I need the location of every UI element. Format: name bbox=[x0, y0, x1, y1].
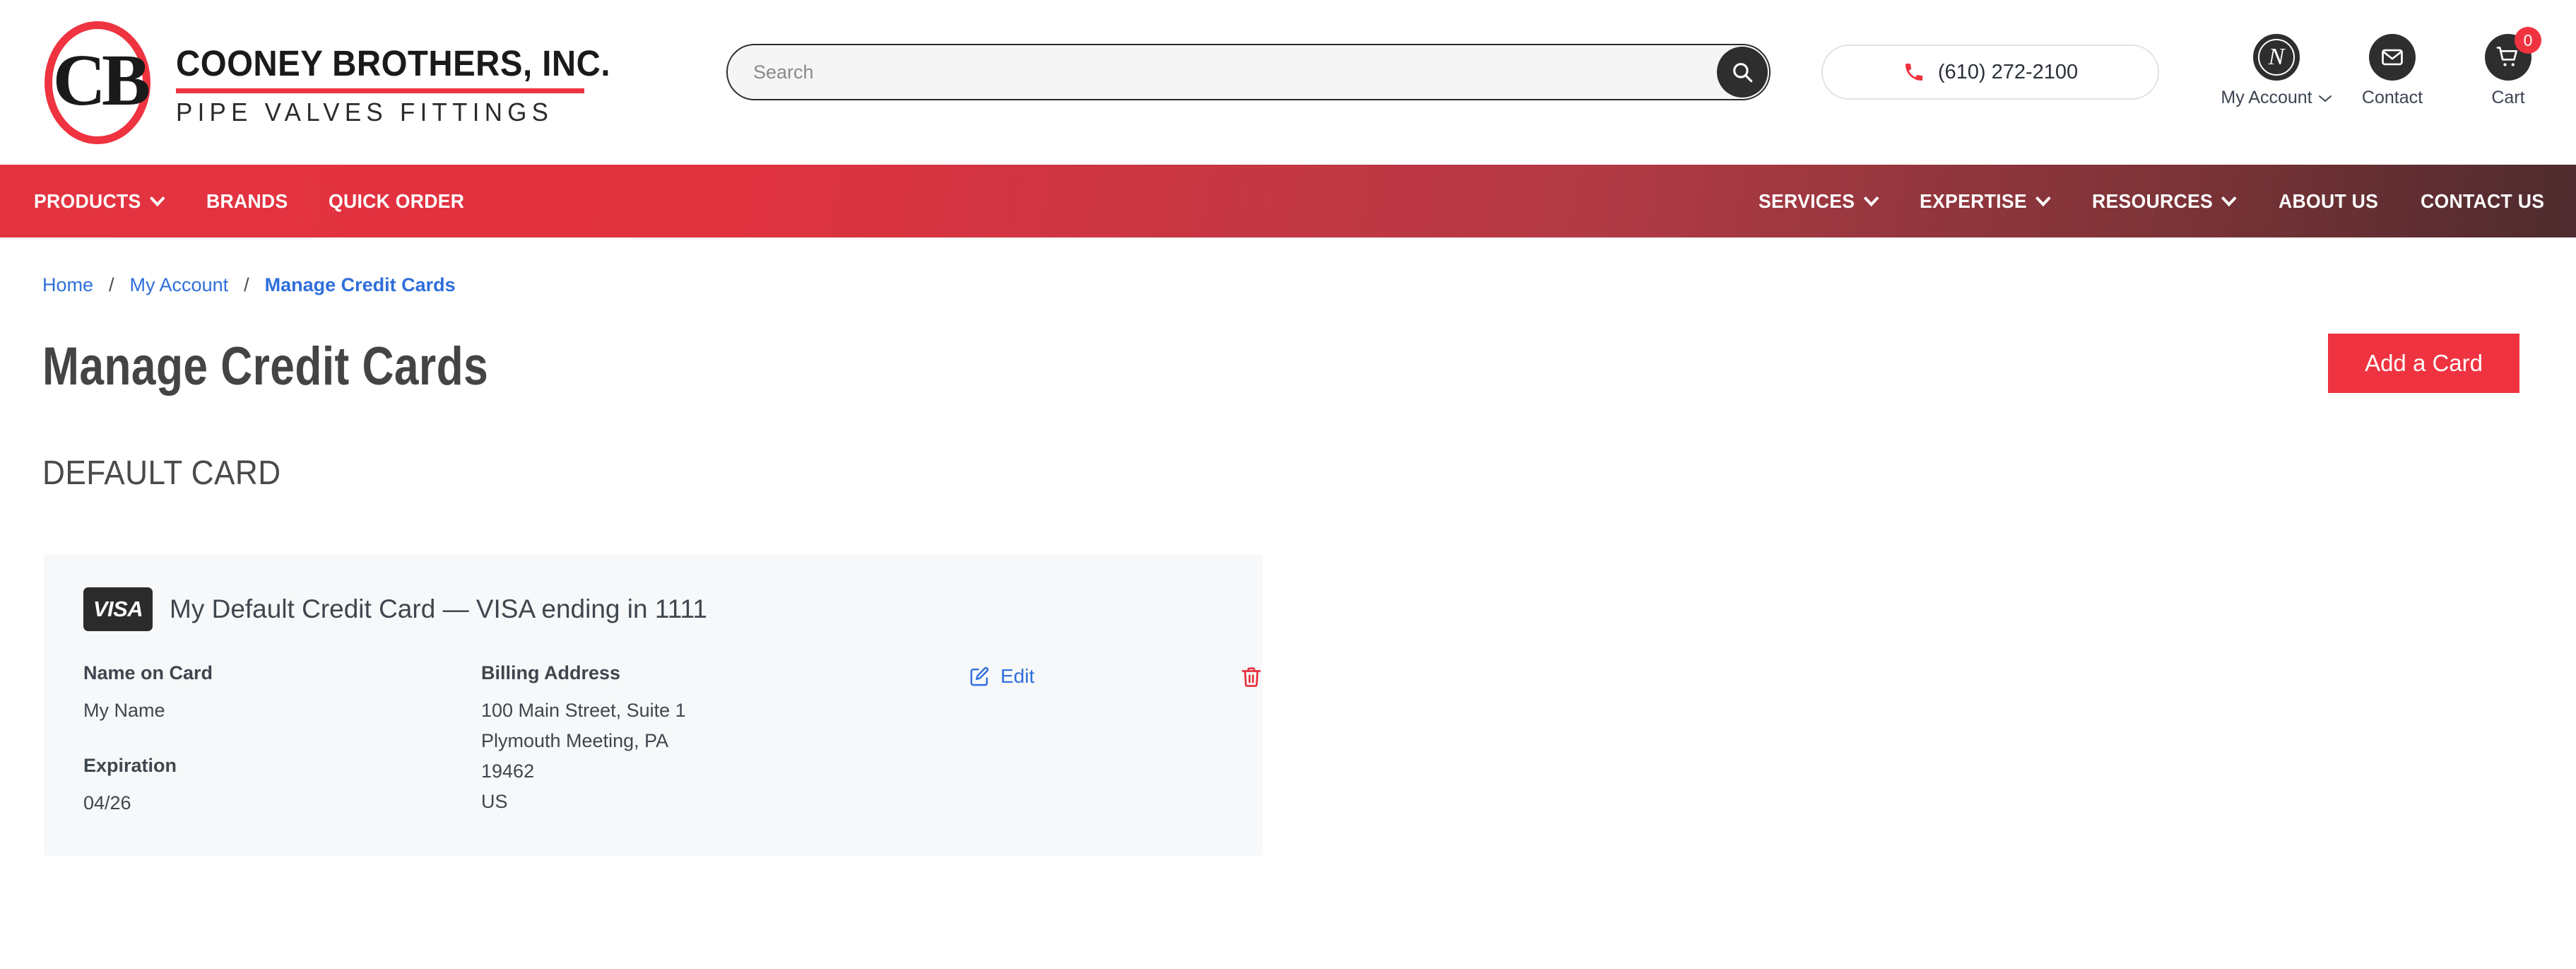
phone-icon bbox=[1905, 64, 1922, 81]
logo-wordmark: COONEY BROTHERS, INC. PIPE VALVES FITTIN… bbox=[176, 38, 643, 127]
nav-label-about-us: ABOUT US bbox=[2278, 189, 2379, 212]
billing-address-column: Billing Address 100 Main Street, Suite 1… bbox=[481, 662, 969, 816]
breadcrumb-separator: / bbox=[244, 274, 249, 295]
chevron-down-icon bbox=[2035, 189, 2051, 206]
my-account-button[interactable]: N My Account bbox=[2221, 34, 2332, 108]
nav-right-group: SERVICES EXPERTISE RESOURCES ABOUT US CO… bbox=[1722, 190, 2551, 213]
search-icon bbox=[1733, 63, 1753, 83]
search-button[interactable] bbox=[1717, 47, 1768, 98]
card-name-column: Name on Card My Name Expiration 04/26 bbox=[83, 662, 481, 818]
cart-icon-circle: 0 bbox=[2485, 27, 2541, 81]
billing-address-line2: Plymouth Meeting, PA bbox=[481, 730, 669, 752]
envelope-icon bbox=[2382, 49, 2403, 66]
nav-label-resources: RESOURCES bbox=[2091, 189, 2213, 212]
my-account-text: My Account bbox=[2221, 88, 2312, 107]
logo-monogram-icon: CB bbox=[40, 20, 159, 146]
nav-label-services: SERVICES bbox=[1759, 189, 1855, 212]
expiration-group: Expiration 04/26 bbox=[83, 755, 481, 818]
nav-label-products: PRODUCTS bbox=[34, 189, 141, 212]
chevron-down-icon bbox=[149, 189, 165, 206]
chevron-down-icon bbox=[1863, 189, 1879, 206]
search-bar bbox=[726, 44, 1771, 100]
page-header-row: Manage Credit Cards Add a Card bbox=[42, 333, 2534, 397]
contact-button[interactable]: Contact bbox=[2350, 34, 2435, 108]
nav-label-expertise: EXPERTISE bbox=[1919, 189, 2027, 212]
expiration-value: 04/26 bbox=[83, 792, 131, 814]
cart-button[interactable]: 0 Cart bbox=[2466, 27, 2551, 108]
phone-button[interactable]: (610) 272-2100 bbox=[1821, 45, 2159, 100]
avatar-initial: N bbox=[2268, 44, 2285, 70]
breadcrumb: Home / My Account / Manage Credit Cards bbox=[42, 237, 2534, 296]
nav-item-services[interactable]: SERVICES bbox=[1759, 189, 1879, 213]
nav-item-resources[interactable]: RESOURCES bbox=[2091, 189, 2237, 213]
logo-company-name: COONEY BROTHERS, INC. bbox=[176, 43, 611, 83]
nav-item-brands[interactable]: BRANDS bbox=[206, 190, 288, 213]
logo-tagline: PIPE VALVES FITTINGS bbox=[176, 98, 554, 127]
phone-number: (610) 272-2100 bbox=[1937, 60, 2079, 83]
nav-item-contact-us[interactable]: CONTACT US bbox=[2421, 190, 2544, 213]
main-content: Home / My Account / Manage Credit Cards … bbox=[0, 237, 2576, 857]
breadcrumb-separator: / bbox=[109, 274, 114, 295]
visa-logo-icon: VISA bbox=[83, 587, 153, 631]
breadcrumb-home[interactable]: Home bbox=[42, 274, 93, 296]
nav-left-group: PRODUCTS BRANDS QUICK ORDER bbox=[34, 190, 509, 213]
edit-card-link[interactable]: Edit bbox=[969, 665, 1034, 688]
logo-monogram-text: CB bbox=[52, 40, 150, 121]
site-logo[interactable]: CB COONEY BROTHERS, INC. PIPE VALVES FIT… bbox=[40, 16, 613, 150]
billing-address-line1: 100 Main Street, Suite 1 bbox=[481, 700, 686, 721]
nav-label-quick-order: QUICK ORDER bbox=[329, 189, 465, 212]
cart-count-badge: 0 bbox=[2515, 27, 2541, 54]
nav-label-brands: BRANDS bbox=[206, 189, 288, 212]
nav-item-products[interactable]: PRODUCTS bbox=[34, 189, 165, 213]
trash-icon bbox=[1241, 667, 1261, 687]
nav-item-about-us[interactable]: ABOUT US bbox=[2279, 190, 2378, 213]
billing-address-label: Billing Address bbox=[481, 662, 621, 683]
card-header: VISA My Default Credit Card — VISA endin… bbox=[83, 587, 1223, 631]
header-utilities: N My Account Contact 0 Cart bbox=[2221, 27, 2551, 108]
card-actions: Edit bbox=[969, 662, 1263, 689]
delete-card-button[interactable] bbox=[1239, 665, 1263, 689]
add-a-card-button[interactable]: Add a Card bbox=[2328, 333, 2519, 393]
nav-item-expertise[interactable]: EXPERTISE bbox=[1919, 189, 2051, 213]
my-account-label: My Account bbox=[2221, 88, 2332, 108]
account-avatar-icon: N bbox=[2253, 34, 2300, 81]
default-card-panel: VISA My Default Credit Card — VISA endin… bbox=[44, 555, 1263, 857]
contact-icon-circle bbox=[2369, 34, 2416, 81]
contact-label: Contact bbox=[2361, 88, 2423, 107]
edit-card-label: Edit bbox=[1000, 665, 1035, 687]
logo-divider bbox=[176, 88, 584, 93]
visa-logo-text: VISA bbox=[93, 597, 143, 621]
search-input[interactable] bbox=[726, 44, 1771, 100]
breadcrumb-current: Manage Credit Cards bbox=[264, 274, 456, 295]
name-on-card-value: My Name bbox=[83, 700, 165, 721]
page-title: Manage Credit Cards bbox=[42, 336, 489, 397]
site-header: CB COONEY BROTHERS, INC. PIPE VALVES FIT… bbox=[0, 0, 2576, 165]
chevron-down-icon bbox=[2318, 95, 2332, 102]
edit-pencil-icon bbox=[970, 666, 989, 686]
billing-address-line3: 19462 bbox=[481, 760, 535, 782]
section-heading-default-card: DEFAULT CARD bbox=[42, 454, 281, 492]
chevron-down-icon bbox=[2221, 189, 2237, 206]
billing-address-line4: US bbox=[481, 791, 508, 813]
cart-label: Cart bbox=[2491, 88, 2525, 107]
card-title: My Default Credit Card — VISA ending in … bbox=[170, 594, 707, 623]
breadcrumb-my-account[interactable]: My Account bbox=[130, 274, 229, 296]
main-navigation: PRODUCTS BRANDS QUICK ORDER SERVICES EXP… bbox=[0, 165, 2576, 237]
nav-label-contact-us: CONTACT US bbox=[2420, 189, 2544, 212]
card-details: Name on Card My Name Expiration 04/26 Bi… bbox=[83, 662, 1261, 818]
name-on-card-label: Name on Card bbox=[83, 662, 213, 683]
nav-item-quick-order[interactable]: QUICK ORDER bbox=[329, 190, 464, 213]
expiration-label: Expiration bbox=[83, 755, 177, 777]
